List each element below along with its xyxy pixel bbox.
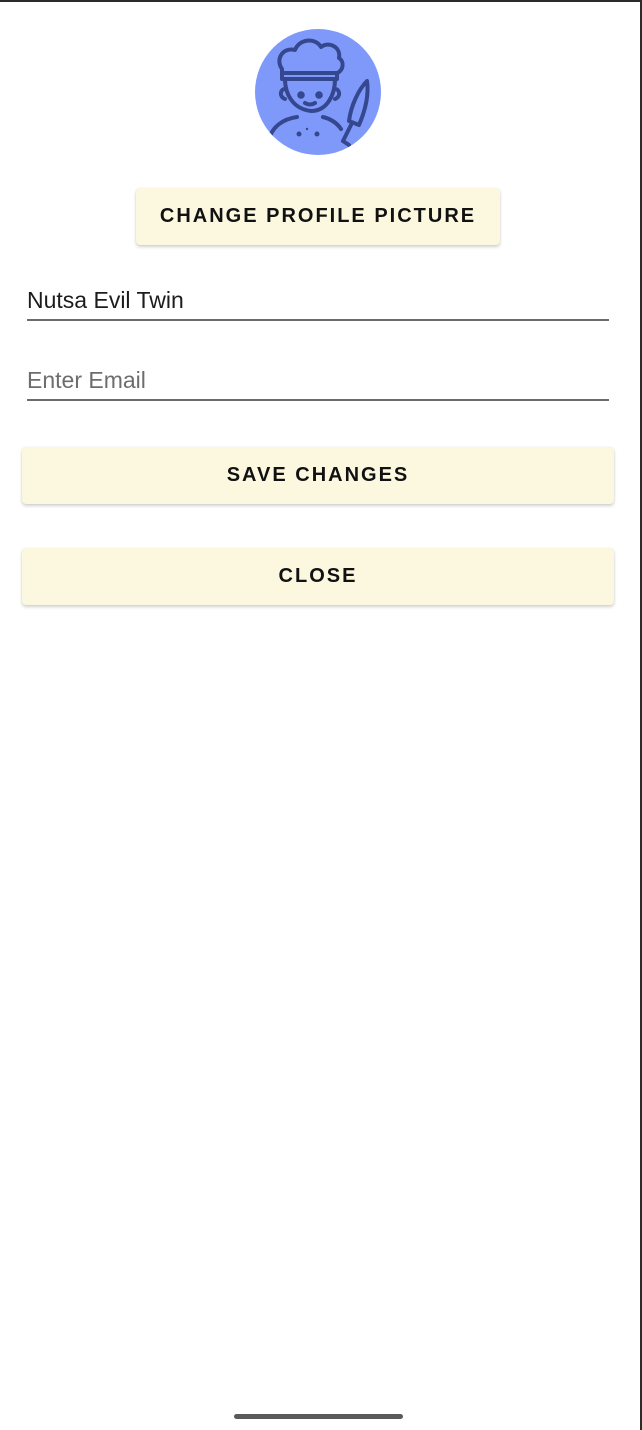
home-indicator-bar[interactable] [234, 1414, 403, 1419]
change-profile-picture-label: CHANGE PROFILE PICTURE [159, 205, 477, 227]
close-label: CLOSE [278, 565, 358, 587]
change-profile-picture-button[interactable]: CHANGE PROFILE PICTURE [136, 188, 500, 245]
save-changes-button[interactable]: SAVE CHANGES [22, 447, 614, 504]
chef-with-knife-icon [267, 38, 370, 147]
close-button[interactable]: CLOSE [22, 548, 614, 605]
screen: CHANGE PROFILE PICTURE SAVE CHANGES CLOS… [0, 0, 642, 1430]
profile-avatar [255, 29, 381, 155]
save-changes-label: SAVE CHANGES [226, 464, 410, 486]
name-field[interactable] [27, 281, 609, 321]
email-field[interactable] [27, 361, 609, 401]
